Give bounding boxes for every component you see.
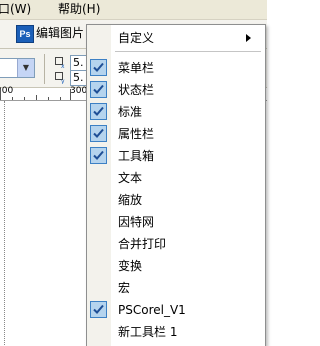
menu-bar: 口(W) 帮助(H)	[0, 0, 267, 20]
size-dropdown[interactable]: ▼	[0, 58, 35, 78]
checkmark-icon	[90, 59, 107, 76]
ruler-label: 300	[70, 86, 88, 96]
checkmark-icon	[90, 301, 107, 318]
svg-text:x: x	[61, 63, 65, 69]
toolbar-context-menu: 自定义 菜单栏 状态栏 标准 属性栏 工具箱 文本 缩放 因特网 合并打印 变换…	[86, 24, 266, 346]
checkmark-icon	[90, 147, 107, 164]
menu-item-print-merge[interactable]: 合并打印	[87, 233, 265, 255]
photoshop-icon[interactable]: Ps	[16, 25, 34, 43]
menu-item-label: 工具箱	[118, 149, 155, 163]
ruler-tick	[12, 97, 13, 100]
svg-text:y: y	[61, 78, 65, 84]
toolbar-separator	[44, 54, 45, 84]
menu-item-pscorel[interactable]: PSCorel_V1	[87, 299, 265, 321]
menu-item-text[interactable]: 文本	[87, 167, 265, 189]
menu-item-label: 宏	[118, 281, 131, 295]
menu-item-internet[interactable]: 因特网	[87, 211, 265, 233]
y-position-icon: y	[55, 72, 67, 85]
checkmark-icon	[90, 81, 107, 98]
menu-item-propertybar[interactable]: 属性栏	[87, 123, 265, 145]
checkmark-icon	[90, 125, 107, 142]
menu-item-menubar[interactable]: 菜单栏	[87, 57, 265, 79]
ruler-tick	[60, 97, 61, 100]
ruler-label: 200	[0, 86, 14, 96]
menu-item-zoom[interactable]: 缩放	[87, 189, 265, 211]
checkmark-icon	[90, 103, 107, 120]
menu-item-new-toolbar[interactable]: 新工具栏 1	[87, 321, 265, 343]
menu-item-transform[interactable]: 变换	[87, 255, 265, 277]
menu-item-statusbar[interactable]: 状态栏	[87, 79, 265, 101]
menu-item-label: 缩放	[118, 193, 143, 207]
ruler-tick	[48, 97, 49, 100]
ruler-tick	[36, 95, 37, 100]
page-border	[4, 101, 5, 345]
ruler-tick	[24, 97, 25, 100]
menu-item-label: 菜单栏	[118, 61, 155, 75]
menu-item-label: 状态栏	[118, 83, 155, 97]
menu-item-label: 属性栏	[118, 127, 155, 141]
menu-item-label: 标准	[118, 105, 143, 119]
menu-window[interactable]: 口(W)	[0, 2, 31, 17]
menu-item-label: PSCorel_V1	[118, 303, 186, 317]
menu-item-label: 合并打印	[118, 237, 167, 251]
menu-help[interactable]: 帮助(H)	[58, 2, 100, 17]
menu-item-macro[interactable]: 宏	[87, 277, 265, 299]
menu-item-label: 新工具栏 1	[118, 325, 178, 339]
menu-item-label: 因特网	[118, 215, 155, 229]
menu-item-label: 自定义	[118, 31, 155, 45]
menu-item-custom[interactable]: 自定义	[87, 27, 265, 49]
menu-item-label: 文本	[118, 171, 143, 185]
menu-item-toolbox[interactable]: 工具箱	[87, 145, 265, 167]
menu-item-label: 变换	[118, 259, 143, 273]
ruler-tick	[70, 89, 71, 100]
menu-separator	[115, 51, 261, 52]
ruler-tick	[0, 89, 1, 100]
menu-item-standard[interactable]: 标准	[87, 101, 265, 123]
x-position-icon: x	[55, 57, 67, 70]
edit-picture-button[interactable]: 编辑图片	[36, 25, 84, 41]
chevron-down-icon[interactable]: ▼	[17, 59, 34, 77]
submenu-arrow-icon	[246, 34, 251, 42]
